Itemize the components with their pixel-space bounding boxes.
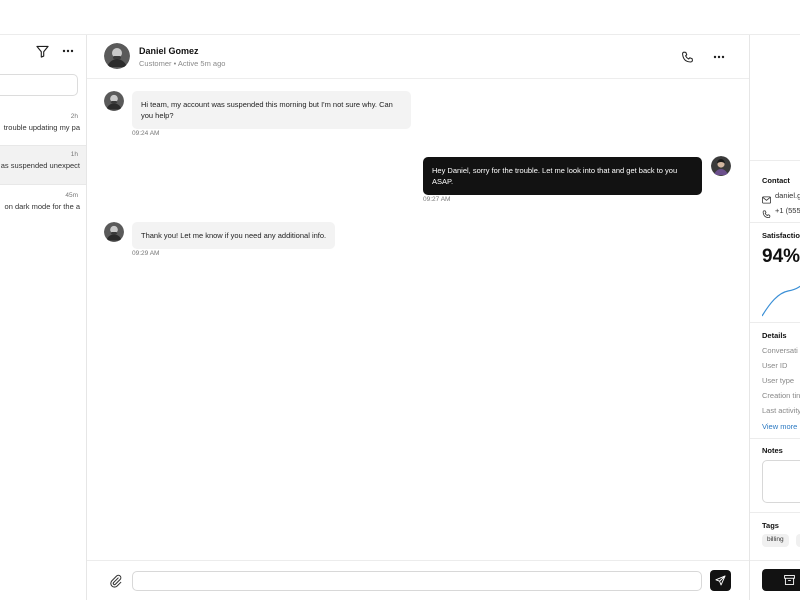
more-options-icon[interactable] [60, 43, 76, 59]
conversation-time: 1h [70, 151, 78, 158]
sender-avatar [104, 91, 124, 111]
chat-header: Daniel Gomez Customer • Active 5m ago [87, 35, 749, 79]
conversation-list-panel: 2h trouble updating my pa 1h as suspende… [0, 35, 87, 600]
contact-status: Customer • Active 5m ago [139, 59, 226, 68]
top-bar [0, 0, 800, 35]
sender-avatar [104, 222, 124, 242]
archive-button[interactable] [762, 569, 800, 591]
send-icon [715, 575, 726, 586]
send-button[interactable] [710, 570, 731, 591]
contact-name: Daniel Gomez [139, 46, 199, 56]
divider [750, 322, 800, 323]
divider [750, 438, 800, 439]
conversation-item-active[interactable]: 1h as suspended unexpect [0, 145, 86, 185]
conversation-snippet: as suspended unexpect [0, 161, 80, 170]
filter-icon[interactable] [34, 43, 50, 59]
detail-field-label: Creation tin [762, 391, 800, 400]
conversation-item[interactable]: 2h trouble updating my pa [0, 108, 86, 148]
conversation-snippet: trouble updating my pa [3, 123, 80, 132]
divider [750, 222, 800, 223]
conversation-time: 45m [65, 192, 78, 199]
support-inbox-app: 2h trouble updating my pa 1h as suspende… [0, 0, 800, 600]
notes-input[interactable] [762, 460, 800, 503]
detail-field-label: User type [762, 376, 795, 385]
notes-heading: Notes [762, 446, 783, 455]
detail-field-label: Last activity [762, 406, 800, 415]
agent-avatar [711, 156, 731, 176]
phone-icon[interactable] [679, 49, 695, 65]
message-composer [87, 560, 749, 600]
satisfaction-sparkline [762, 285, 800, 317]
satisfaction-heading: Satisfaction [762, 231, 800, 240]
divider [750, 512, 800, 513]
message-bubble-incoming: Hi team, my account was suspended this m… [132, 91, 411, 129]
conversation-snippet: on dark mode for the a [4, 202, 80, 211]
view-more-link[interactable]: View more [762, 422, 797, 431]
message-timestamp: 09:27 AM [423, 196, 451, 203]
message-bubble-outgoing: Hey Daniel, sorry for the trouble. Let m… [423, 157, 702, 195]
contact-avatar[interactable] [104, 43, 130, 69]
divider [750, 560, 800, 561]
details-heading: Details [762, 331, 787, 340]
message-input[interactable] [132, 571, 702, 591]
message-bubble-incoming: Thank you! Let me know if you need any a… [132, 222, 336, 249]
satisfaction-score: 94% [762, 246, 800, 267]
divider [750, 160, 800, 161]
message-timestamp: 09:29 AM [132, 250, 160, 257]
contact-phone[interactable]: +1 (555 [775, 206, 800, 215]
conversation-time: 2h [70, 113, 78, 120]
tag-chip[interactable] [796, 534, 800, 547]
conversation-item[interactable]: 45m on dark mode for the a [0, 187, 86, 227]
detail-field-label: Conversati [762, 346, 798, 355]
tag-chip[interactable]: billing [762, 534, 789, 547]
more-options-icon[interactable] [711, 49, 727, 65]
chat-panel: Daniel Gomez Customer • Active 5m ago Hi… [87, 35, 749, 600]
contact-heading: Contact [762, 176, 790, 185]
details-panel: Contact daniel.g +1 (555 Satisfaction 94… [749, 35, 800, 600]
archive-icon [784, 575, 795, 585]
paperclip-icon[interactable] [108, 573, 124, 589]
list-toolbar [34, 43, 76, 59]
detail-field-label: User ID [762, 361, 788, 370]
contact-email[interactable]: daniel.g [775, 191, 800, 200]
message-timestamp: 09:24 AM [132, 130, 160, 137]
conversation-search-input[interactable] [0, 74, 78, 96]
chat-header-actions [679, 49, 727, 65]
tags-heading: Tags [762, 521, 779, 530]
